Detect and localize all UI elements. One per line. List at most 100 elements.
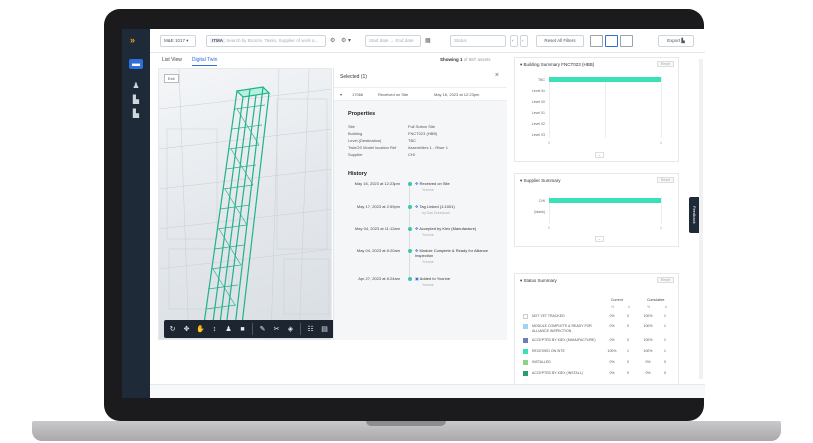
toolbar-divider (300, 323, 301, 335)
walk-icon[interactable]: ♟ (224, 325, 233, 333)
expand-chevron-icon[interactable]: ⌄ (595, 236, 604, 242)
date-range-input[interactable]: Start date → End date (365, 35, 421, 47)
gridline (549, 76, 550, 138)
laptop-notch (366, 421, 446, 426)
project-select[interactable]: M&E 1017 ▾ (160, 35, 196, 47)
nav-user-icon[interactable]: ♟ (129, 81, 143, 91)
status-row[interactable]: NOT YET TRACKED 0% 0 100% 1 (523, 313, 673, 321)
status-swatch (523, 360, 528, 365)
fit-icon[interactable]: ↕ (210, 326, 219, 333)
col-count: # (628, 305, 630, 309)
cumulative-count: 1 (664, 314, 666, 318)
level-bar[interactable] (549, 77, 661, 82)
gridline (661, 196, 662, 224)
expand-chevron-icon[interactable]: ⌄ (595, 152, 604, 158)
history-date: May 04, 2023 at 8:20am (356, 248, 400, 253)
history-event: ✥ Received on Site (415, 181, 450, 186)
filter-icon[interactable]: ⚙ ▾ (341, 35, 351, 47)
search-icon[interactable]: ⚙ (330, 35, 335, 47)
nav-building-icon[interactable]: ▙ (129, 95, 143, 105)
selected-asset-row[interactable]: ▾ 17066 Received on Site May 16, 2023 at… (334, 87, 507, 101)
history-event: ✥ Accepted by Kiex (Manufacture) (415, 226, 477, 231)
camera-icon[interactable]: ■ (238, 326, 247, 333)
collapse-icon[interactable]: ▾ (340, 92, 342, 97)
supplier-reset-button[interactable]: Reset (656, 177, 674, 183)
status-row[interactable]: MODULE COMPLETE & READY FOR ALLIANCE INS… (523, 323, 673, 335)
view-split-button[interactable] (605, 35, 618, 47)
building-summary-card: ▾ Building Summary FNCT023 (HBB) Reset T… (514, 57, 679, 162)
status-select[interactable]: Status (450, 35, 506, 47)
view-list-button[interactable] (590, 35, 603, 47)
current-count: 1 (627, 349, 629, 353)
gridline (605, 76, 606, 138)
gridline (661, 76, 662, 138)
search-input[interactable]: ITMA Search by Bronze, Tasks, Supplier o… (206, 35, 326, 47)
prop-value: Assemblies 1 - Riser 1 (408, 145, 449, 150)
axis-tick: 1 (660, 226, 662, 230)
top-filter-bar: M&E 1017 ▾ ITMA Search by Bronze, Tasks,… (150, 29, 705, 53)
measure-icon[interactable]: ✎ (258, 325, 267, 333)
cumulative-pct: 100% (643, 324, 653, 328)
nav-rail: » ▬ ♟ ▙ ▙ (122, 29, 150, 398)
asset-status: Received on Site (378, 92, 409, 97)
supplier-label: CHI (538, 199, 545, 203)
riser-module[interactable] (202, 86, 271, 338)
hand-icon[interactable]: ✋ (196, 325, 205, 333)
model-tree-icon[interactable]: ☷ (306, 325, 315, 333)
history-by: Yvonne (422, 283, 434, 287)
asset-detail (334, 101, 507, 340)
pan-icon[interactable]: ✥ (182, 325, 191, 333)
history-event: ✥ Tag Linked (1:1001) (415, 204, 455, 209)
reset-filters-button[interactable]: Reset All Filters (536, 35, 584, 47)
calendar-icon[interactable]: ▦ (425, 35, 431, 47)
section-icon[interactable]: ✂ (272, 325, 281, 333)
cumulative-pct: 100% (643, 314, 653, 318)
orbit-icon[interactable]: ↻ (168, 325, 177, 333)
current-pct: 100% (607, 349, 617, 353)
status-summary-card: ▾ Status Summary Reset Current Cumulativ… (514, 273, 679, 397)
building-reset-button[interactable]: Reset (656, 61, 674, 67)
current-pct: 0% (609, 371, 615, 375)
tab-digital-twin[interactable]: Digital Twin (191, 57, 218, 66)
history-dot (408, 227, 412, 231)
building-summary-title: ▾ Building Summary FNCT023 (HBB) (520, 62, 595, 67)
current-pct: 0% (609, 314, 615, 318)
axis-tick: 1 (660, 141, 662, 145)
status-row[interactable]: INSTALLED 0% 0 0% 0 (523, 359, 673, 367)
status-row[interactable]: RECEIVED ON SITE 100% 1 100% 1 (523, 348, 673, 356)
view-twin-button[interactable] (620, 35, 633, 47)
status-swatch (523, 371, 528, 376)
status-row[interactable]: ACCEPTED BY KIEX (INSTALL) 0% 0 0% 0 (523, 370, 673, 378)
close-icon[interactable]: × (495, 72, 499, 79)
tab-list-view[interactable]: List View (162, 57, 182, 66)
feedback-tab[interactable]: Feedback (689, 197, 699, 233)
history-event: ▣ Added to Yvonne (415, 276, 451, 281)
axis-tick: 0 (548, 226, 550, 230)
exit-button[interactable]: Exit (164, 74, 179, 83)
prop-value: Full Sutton Site (408, 124, 436, 129)
export-button[interactable]: Export ▙ (658, 35, 694, 47)
status-swatch (523, 338, 528, 343)
cumulative-pct: 100% (643, 338, 653, 342)
current-count: 0 (627, 324, 629, 328)
status-reset-button[interactable]: Reset (656, 277, 674, 283)
next-button[interactable]: › (520, 35, 528, 47)
digital-twin-viewport[interactable]: Exit (158, 68, 332, 340)
current-pct: 0% (609, 360, 615, 364)
history-by: Yvonne (422, 188, 434, 192)
nav-assets-icon[interactable]: ▬ (129, 59, 143, 69)
scrollbar[interactable] (699, 59, 703, 379)
supplier-bar[interactable] (549, 198, 661, 203)
selected-asset-panel: Selected (1) × ▾ 17066 Received on Site … (333, 68, 507, 340)
history-date: May 04, 2023 at 11:12am (354, 226, 400, 231)
properties-icon[interactable]: ▤ (320, 325, 329, 333)
prop-key: Site (348, 124, 355, 129)
current-count: 0 (627, 314, 629, 318)
nav-report-icon[interactable]: ▙ (129, 109, 143, 119)
prev-button[interactable]: ‹ (510, 35, 518, 47)
col-pct: % (611, 305, 615, 309)
status-row[interactable]: ACCEPTED BY KIEX (MANUFACTURE) 0% 0 100%… (523, 337, 673, 345)
level-label: Level 03 (531, 133, 545, 137)
explode-icon[interactable]: ◈ (286, 325, 295, 333)
history-title: History (348, 171, 367, 177)
